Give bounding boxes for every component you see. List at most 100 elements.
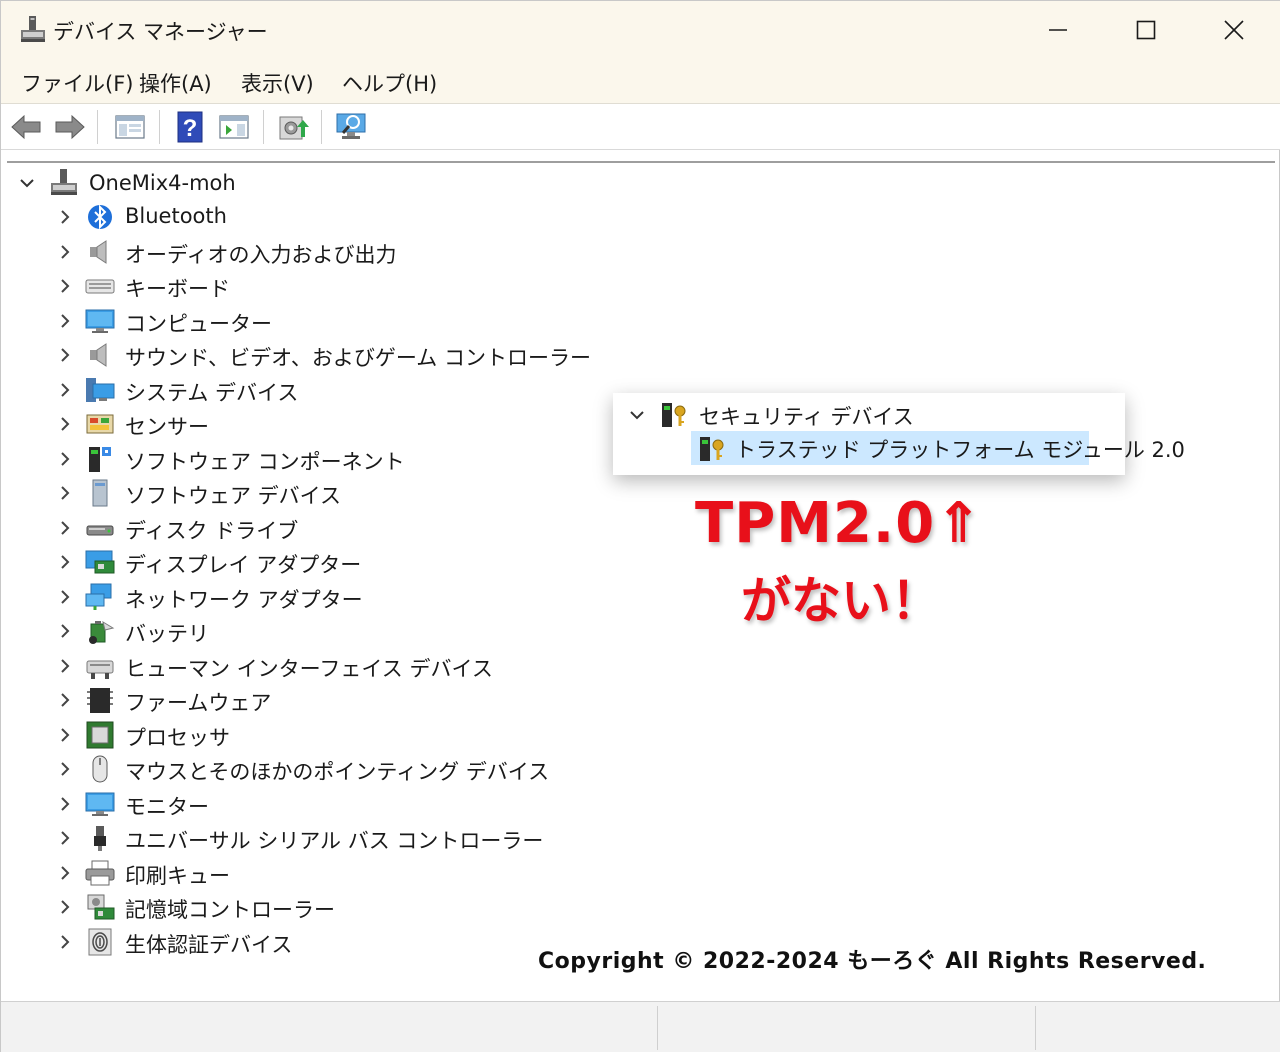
fingerprint-icon xyxy=(88,928,112,955)
tree-category-label[interactable]: ディスク ドライブ xyxy=(125,515,298,545)
tree-category-label[interactable]: オーディオの入力および出力 xyxy=(125,239,397,269)
hid-icon xyxy=(86,660,114,679)
scan-hardware-changes-button[interactable] xyxy=(335,110,369,144)
tree-category-label[interactable]: ディスプレイ アダプター xyxy=(125,549,361,579)
tree-category-label[interactable]: キーボード xyxy=(125,273,230,303)
tree-category-label[interactable]: サウンド、ビデオ、およびゲーム コントローラー xyxy=(125,342,591,372)
software-component-icon xyxy=(89,446,111,472)
menu-file[interactable]: ファイル(F) xyxy=(21,68,133,98)
security-device-callout: セキュリティ デバイス トラステッド プラットフォーム モジュール 2.0 xyxy=(613,393,1185,475)
chevron-right-icon[interactable] xyxy=(55,552,75,572)
minimize-button[interactable] xyxy=(1013,1,1103,58)
forward-arrow-icon xyxy=(55,114,85,140)
show-hide-console-tree-button[interactable] xyxy=(113,110,147,144)
processor-icon xyxy=(86,721,114,748)
sensor-icon xyxy=(86,414,114,434)
close-button[interactable] xyxy=(1189,1,1279,58)
status-divider xyxy=(1035,1006,1036,1050)
chevron-right-icon[interactable] xyxy=(55,207,75,227)
keyboard-icon xyxy=(85,279,115,294)
battery-icon xyxy=(89,620,115,644)
device-manager-app-icon xyxy=(21,16,45,42)
device-tree[interactable]: OneMix4-moh Bluetooth オーディオの入力および出力 キーボードコ… xyxy=(7,161,1275,999)
tree-category-label[interactable]: ソフトウェア デバイス xyxy=(125,480,341,510)
toolbar-separator xyxy=(159,110,160,144)
tree-category-label[interactable]: 印刷キュー xyxy=(125,860,230,890)
chevron-right-icon[interactable] xyxy=(55,242,75,262)
annotation-missing: がない！ xyxy=(741,572,941,630)
help-button[interactable]: ? xyxy=(173,110,207,144)
chevron-right-icon[interactable] xyxy=(55,311,75,331)
tree-category-label[interactable]: コンピューター xyxy=(125,308,272,338)
chevron-right-icon[interactable] xyxy=(55,380,75,400)
close-icon xyxy=(1224,19,1244,40)
back-arrow-icon xyxy=(11,114,41,140)
action-pane-button[interactable] xyxy=(217,110,251,144)
chevron-down-icon[interactable] xyxy=(17,173,37,193)
menu-view[interactable]: 表示(V) xyxy=(241,68,314,98)
svg-text:?: ? xyxy=(183,115,198,142)
copyright-text: Copyright © 2022-2024 もーろぐ All Rights Re… xyxy=(538,949,1207,974)
tree-category-label[interactable]: プロセッサ xyxy=(125,722,230,752)
maximize-button[interactable] xyxy=(1101,1,1191,58)
tree-category-label[interactable]: Bluetooth xyxy=(125,204,227,228)
chevron-right-icon[interactable] xyxy=(55,345,75,365)
menu-action[interactable]: 操作(A) xyxy=(139,68,212,98)
monitor-icon xyxy=(85,309,115,333)
tree-category-label[interactable]: ネットワーク アダプター xyxy=(125,584,363,614)
computer-root-icon xyxy=(51,169,77,195)
tree-category-label[interactable]: 記憶域コントローラー xyxy=(125,894,335,924)
chevron-right-icon[interactable] xyxy=(55,690,75,710)
back-button[interactable] xyxy=(9,110,43,144)
update-driver-icon xyxy=(279,116,309,140)
chevron-right-icon[interactable] xyxy=(55,587,75,607)
tree-category-label[interactable]: モニター xyxy=(125,791,209,821)
speaker-icon xyxy=(90,343,107,367)
tree-category-label[interactable]: バッテリ xyxy=(125,618,209,648)
tpm-icon xyxy=(700,437,724,461)
tpm-selected-row[interactable]: トラステッド プラットフォーム モジュール 2.0 xyxy=(691,431,1185,465)
chevron-right-icon[interactable] xyxy=(55,759,75,779)
chevron-right-icon[interactable] xyxy=(55,932,75,952)
bluetooth-icon xyxy=(88,204,112,230)
update-driver-button[interactable] xyxy=(276,110,310,144)
chevron-right-icon[interactable] xyxy=(55,621,75,641)
chevron-right-icon[interactable] xyxy=(55,518,75,538)
chevron-right-icon[interactable] xyxy=(55,725,75,745)
tree-category-label[interactable]: センサー xyxy=(125,411,209,441)
security-device-label: セキュリティ デバイス xyxy=(699,405,914,429)
network-adapter-icon xyxy=(85,583,112,610)
tree-category-label[interactable]: システム デバイス xyxy=(125,377,298,407)
disk-drive-icon xyxy=(86,525,114,535)
title-bar[interactable]: デバイス マネージャー xyxy=(1,1,1280,58)
toolbar: ? xyxy=(1,104,1280,150)
chevron-right-icon[interactable] xyxy=(55,897,75,917)
tree-category-label[interactable]: ソフトウェア コンポーネント xyxy=(125,446,405,476)
status-bar xyxy=(1,1001,1280,1052)
status-divider xyxy=(657,1006,658,1050)
scan-hardware-changes-icon xyxy=(336,113,366,139)
tree-category-label[interactable]: 生体認証デバイス xyxy=(125,929,292,959)
chevron-right-icon[interactable] xyxy=(55,414,75,434)
chevron-right-icon[interactable] xyxy=(55,483,75,503)
display-adapter-icon xyxy=(85,550,115,574)
firmware-icon xyxy=(87,688,113,713)
tree-category-label[interactable]: ヒューマン インターフェイス デバイス xyxy=(125,653,493,683)
tree-root-label[interactable]: OneMix4-moh xyxy=(89,171,236,195)
menu-bar: ファイル(F) 操作(A) 表示(V) ヘルプ(H) xyxy=(1,58,1280,104)
chevron-right-icon[interactable] xyxy=(55,828,75,848)
toolbar-separator xyxy=(263,110,264,144)
chevron-right-icon[interactable] xyxy=(55,863,75,883)
chevron-right-icon[interactable] xyxy=(55,656,75,676)
tpm-label: トラステッド プラットフォーム モジュール 2.0 xyxy=(735,438,1185,462)
tree-category-label[interactable]: ファームウェア xyxy=(125,687,271,717)
tree-category-label[interactable]: マウスとそのほかのポインティング デバイス xyxy=(125,756,549,786)
show-hide-console-tree-icon xyxy=(115,115,145,139)
chevron-right-icon[interactable] xyxy=(55,794,75,814)
forward-button[interactable] xyxy=(53,110,87,144)
tree-category-label[interactable]: ユニバーサル シリアル バス コントローラー xyxy=(125,825,543,855)
chevron-right-icon[interactable] xyxy=(55,276,75,296)
menu-help[interactable]: ヘルプ(H) xyxy=(342,68,437,98)
software-device-icon xyxy=(92,479,108,507)
chevron-right-icon[interactable] xyxy=(55,449,75,469)
